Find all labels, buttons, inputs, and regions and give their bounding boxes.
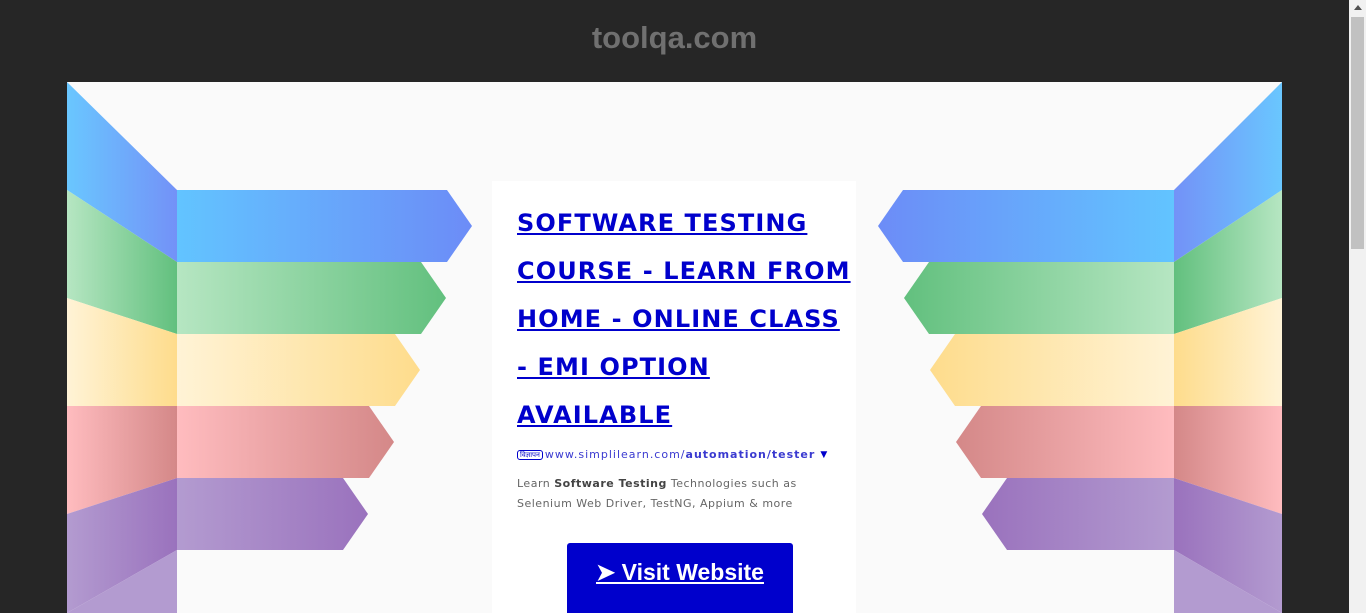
ad-frame: SOFTWARE TESTING COURSE - LEARN FROM HOM… (67, 82, 1282, 613)
ad-url-prefix[interactable]: www.simplilearn.com/ (545, 448, 686, 461)
vertical-scrollbar[interactable] (1349, 0, 1366, 613)
visit-website-button[interactable]: ➤ Visit Website (567, 543, 793, 613)
ad-headline-link[interactable]: SOFTWARE TESTING COURSE - LEARN FROM HOM… (517, 199, 857, 439)
ad-description: Learn Software Testing Technologies such… (517, 474, 852, 514)
header-bar: toolqa.com (0, 0, 1349, 82)
site-title: toolqa.com (591, 20, 758, 55)
scroll-up-arrow-icon[interactable] (1354, 5, 1362, 10)
ad-badge: विज्ञापन (517, 449, 543, 460)
ad-url-path[interactable]: automation/tester (686, 448, 816, 461)
ad-desc-before: Learn (517, 477, 555, 490)
ad-url-row[interactable]: विज्ञापन www.simplilearn.com/ automation… (517, 448, 856, 461)
scrollbar-thumb[interactable] (1351, 17, 1364, 249)
chevron-down-icon[interactable]: ▼ (820, 450, 828, 460)
ad-desc-bold: Software Testing (554, 477, 667, 490)
ad-card: SOFTWARE TESTING COURSE - LEARN FROM HOM… (492, 181, 856, 613)
